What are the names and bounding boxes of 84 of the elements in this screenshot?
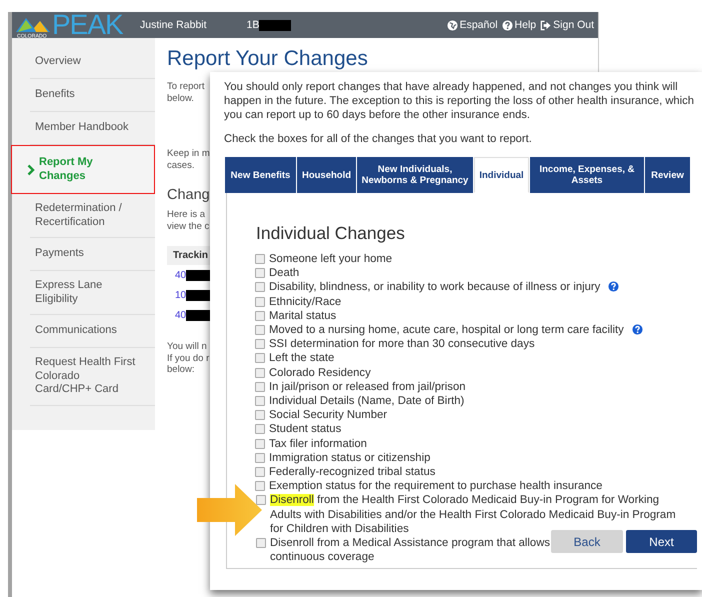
- sidebar-item[interactable]: Express Lane Eligibility: [30, 271, 155, 315]
- tab[interactable]: Individual: [474, 157, 529, 193]
- tracking-link[interactable]: 40: [175, 270, 186, 280]
- checkbox[interactable]: [255, 339, 265, 350]
- body-text: below:: [167, 364, 194, 376]
- option-label: Moved to a nursing home, acute care, hospital or long term care facility: [269, 323, 624, 338]
- help-icon: [502, 20, 513, 30]
- option-label: Social Security Number: [269, 408, 388, 422]
- sign-out-icon: [540, 20, 552, 30]
- body-text: Here is a: [167, 209, 206, 220]
- header-link[interactable]: Help: [502, 19, 536, 31]
- option-label: In jail/prison or released from jail/prison: [269, 380, 466, 394]
- tab[interactable]: Review: [645, 157, 690, 193]
- dialog-intro: You should only report changes that have already happened, and not changes you think will happen in the future. The exception to this is reporting the loss of other health insurance, which you can report up to 60 days before the other insurance ends.: [224, 80, 695, 122]
- checkbox[interactable]: [255, 452, 265, 463]
- checkbox[interactable]: [255, 396, 265, 406]
- checkbox[interactable]: [255, 467, 265, 478]
- option-label: SSI determination for more than 30 consecutive days: [269, 337, 535, 352]
- chevron-icon: [27, 164, 35, 176]
- checkbox[interactable]: [255, 438, 265, 449]
- body-text: You will n: [167, 341, 207, 352]
- sidebar-item[interactable]: Overview: [30, 46, 155, 79]
- header-link[interactable]: Sign Out: [540, 19, 594, 31]
- back-button[interactable]: Back: [551, 530, 623, 553]
- body-text: If you do r: [167, 352, 210, 364]
- checkbox[interactable]: [255, 424, 265, 434]
- option-label: Exemption status for the requirement to purchase health insurance: [269, 479, 602, 494]
- sidebar-item[interactable]: Communications: [30, 315, 155, 348]
- user-name: Justine Rabbit: [140, 19, 207, 31]
- checkbox[interactable]: [256, 538, 266, 548]
- body-text: cases.: [167, 160, 194, 171]
- case-id: 1B: [246, 19, 260, 31]
- option-label: Someone left your home: [269, 252, 392, 266]
- checkbox[interactable]: [255, 296, 265, 307]
- tracking-link[interactable]: 10: [175, 290, 186, 300]
- option-label: Death: [269, 266, 300, 280]
- checkbox[interactable]: [255, 254, 265, 264]
- option-label: Left the state: [269, 351, 334, 366]
- instruction-text: Check the boxes for all of the changes that you want to report.: [224, 133, 533, 145]
- checkbox[interactable]: [255, 282, 265, 292]
- header-link[interactable]: Español: [446, 19, 498, 31]
- sidebar-item[interactable]: Benefits: [30, 79, 155, 112]
- sidebar-item[interactable]: Report My Changes: [11, 145, 155, 194]
- tab[interactable]: Household: [297, 157, 356, 193]
- globe-icon: [446, 20, 458, 30]
- option-label: Tax filer information: [269, 436, 367, 451]
- section-title: Chang: [167, 187, 210, 203]
- checkbox[interactable]: [255, 353, 265, 364]
- sidebar-item[interactable]: Redetermination / Recertification: [30, 194, 155, 238]
- checkbox[interactable]: [255, 368, 265, 378]
- tab[interactable]: New Benefits: [225, 157, 296, 193]
- body-text: below.: [167, 92, 194, 104]
- checkbox[interactable]: [255, 310, 265, 321]
- checkbox[interactable]: [255, 410, 265, 420]
- option-label: Disenroll from a Medical Assistance program that allows continuous coverage: [270, 536, 550, 564]
- tracking-link[interactable]: 40: [175, 310, 186, 320]
- help-icon[interactable]: [632, 324, 643, 336]
- option-label: Individual Details (Name, Date of Birth): [269, 394, 464, 408]
- tab[interactable]: New Individuals, Newborns & Pregnancy: [357, 157, 473, 193]
- option-label: Colorado Residency: [269, 366, 371, 380]
- callout-arrow: [197, 483, 263, 537]
- logo-wordmark: PEAK: [52, 12, 123, 38]
- body-text: view the c: [167, 220, 210, 232]
- body-text: Keep in m: [167, 148, 210, 160]
- checkbox[interactable]: [255, 325, 265, 336]
- checkbox[interactable]: [255, 481, 265, 492]
- section-title: Individual Changes: [256, 223, 406, 244]
- redaction-bar: [259, 20, 292, 30]
- body-text: To report: [167, 81, 204, 92]
- option-label: Marital status: [269, 308, 336, 324]
- option-label: Student status: [269, 422, 342, 437]
- sidebar-item[interactable]: Request Health First Colorado Card/CHP+ Card: [30, 348, 155, 406]
- checkbox[interactable]: [255, 382, 265, 392]
- option-label: Ethnicity/Race: [269, 294, 342, 309]
- option-label: Federally-recognized tribal status: [269, 465, 436, 480]
- checkbox[interactable]: [256, 495, 266, 506]
- sidebar-item[interactable]: Payments: [30, 238, 155, 271]
- option-label: Disability, blindness, or inability to work because of illness or injury: [269, 280, 600, 295]
- help-icon[interactable]: [608, 281, 620, 292]
- page-title: Report Your Changes: [167, 46, 368, 72]
- checkbox[interactable]: [255, 268, 265, 278]
- tab[interactable]: Income, Expenses, & Assets: [530, 157, 644, 193]
- option-label: Immigration status or citizenship: [269, 450, 430, 466]
- next-button[interactable]: Next: [626, 530, 697, 553]
